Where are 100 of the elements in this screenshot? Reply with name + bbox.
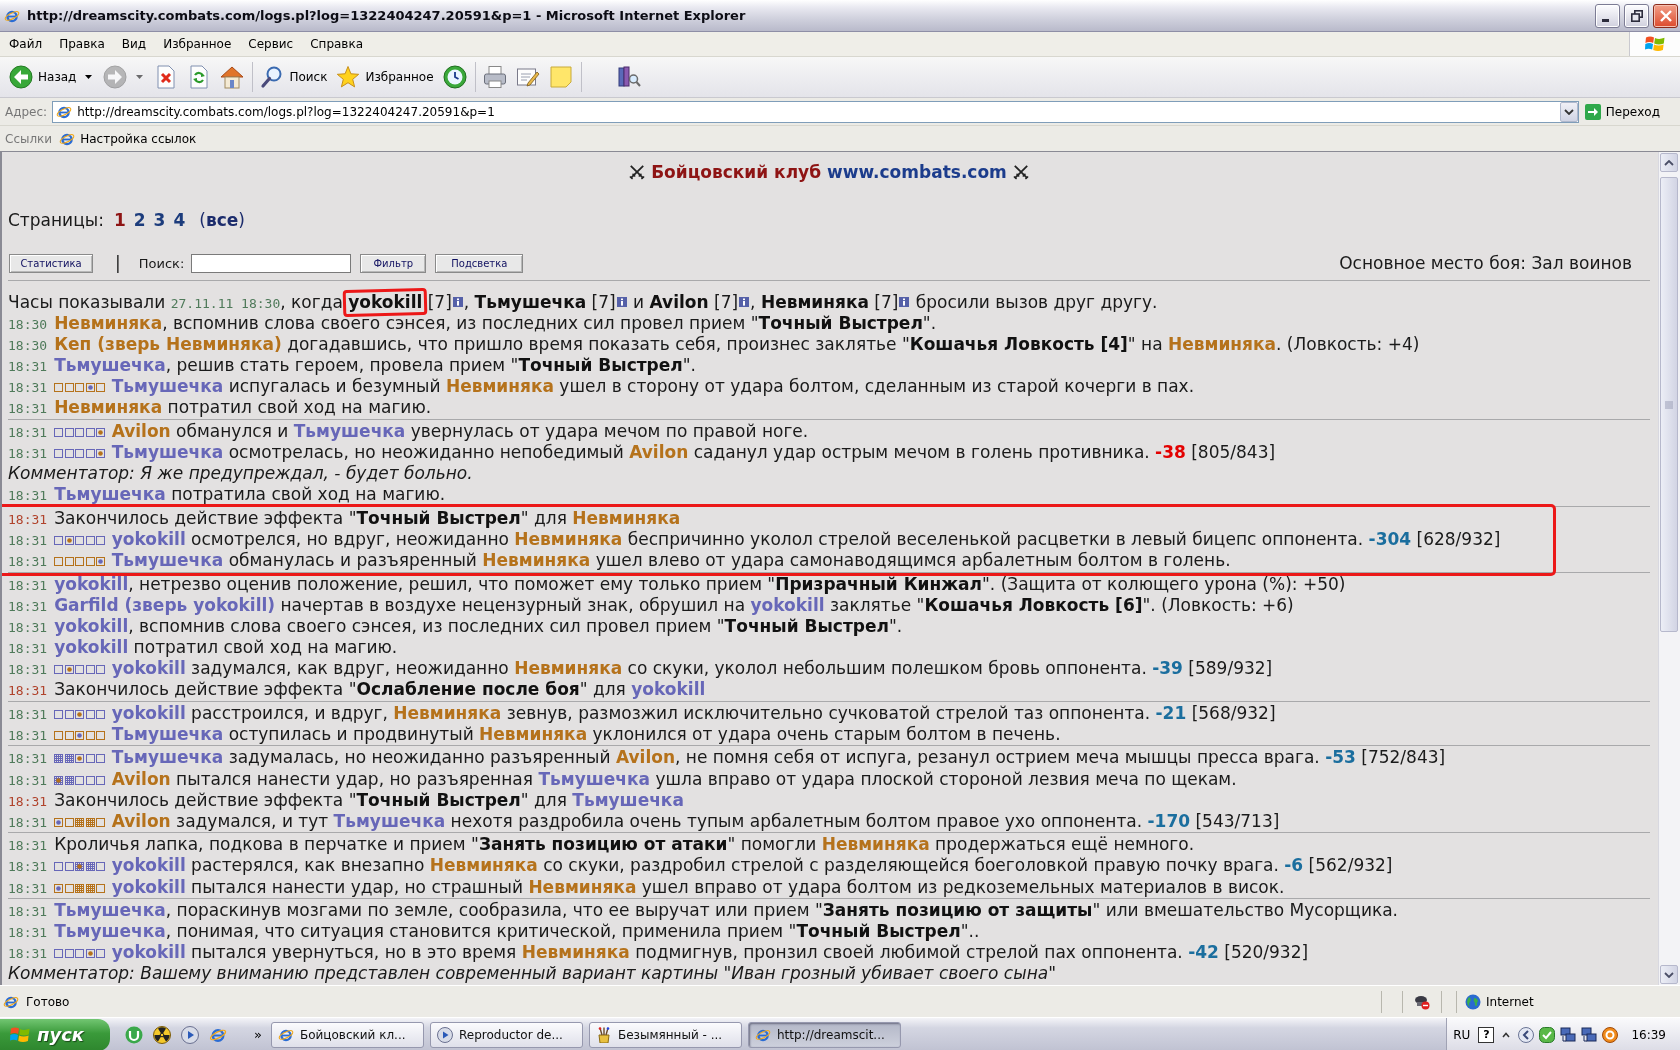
go-button[interactable]: Переход (1578, 99, 1680, 124)
info-icon[interactable] (899, 297, 910, 307)
empty-square-icon (96, 754, 106, 764)
language-indicator[interactable]: RU (1453, 1027, 1471, 1042)
minimize-button[interactable] (1595, 3, 1620, 28)
log-message: Тьмушечка испугалась и безумный Невминяка ушел в сторону от удара болтом, сделанным из старой кочерги в пах. (111, 376, 1195, 397)
link-button[interactable]: Настройка ссылок (59, 130, 197, 147)
log-time: 18:31 (8, 814, 48, 830)
empty-square-icon (96, 665, 106, 675)
scroll-thumb[interactable] (1660, 177, 1678, 632)
info-icon[interactable] (616, 297, 627, 307)
log-message: Невминяка потратил свой ход на магию. (54, 397, 432, 418)
zone-text: Internet (1486, 994, 1534, 1009)
log-message: yokokill пытался нанести удар, но страшный Невминяка ушел вправо от удара болтом из редкоземельных материалов в висок. (111, 876, 1285, 897)
hatched-square-icon (75, 817, 85, 827)
empty-square-icon (85, 428, 95, 438)
info-icon[interactable] (452, 297, 463, 307)
hatched-square-icon (85, 817, 95, 827)
log-message: Тьмушечка, пораскинув мозгами по земле, сообразила, что ее выручат или прием "Занять позицию от защиты" или вмешательство Мусорщика. (54, 900, 1399, 921)
blocked-icon[interactable] (1414, 993, 1430, 1010)
ring-icon[interactable] (1602, 1026, 1619, 1043)
menu-item[interactable]: Справка (301, 32, 372, 56)
location-text: Основное место боя: Зал воинов (1339, 253, 1632, 273)
menu-item[interactable]: Сервис (239, 32, 302, 56)
round-logo-icon[interactable] (125, 1025, 143, 1044)
filter-button[interactable]: Фильтр (360, 253, 427, 273)
empty-square-icon (54, 536, 64, 546)
more-button[interactable]: » (251, 1027, 265, 1042)
dotted-square-icon (54, 817, 64, 827)
play-icon[interactable] (181, 1025, 199, 1044)
log-time: 18:31 (8, 838, 48, 854)
dropdown-button[interactable] (1559, 101, 1578, 122)
menu-item[interactable]: Избранное (154, 32, 240, 56)
restore-icon (1630, 9, 1643, 22)
scroll-up-button[interactable] (1660, 153, 1678, 172)
address-field[interactable]: http://dreamscity.combats.com/logs.pl?log=1322404247.20591&p=1 (52, 100, 1579, 123)
network-icon[interactable] (1560, 1026, 1577, 1043)
page-link[interactable]: 2 (133, 210, 146, 230)
empty-square-icon (96, 775, 106, 785)
taskbar-button[interactable]: Reproductor de... (429, 1021, 583, 1048)
address-label: Адрес: (5, 104, 48, 119)
log-time: 18:31 (8, 446, 48, 462)
back-button[interactable]: Назад (6, 61, 80, 93)
check-icon[interactable] (1539, 1026, 1556, 1043)
caret-icon[interactable] (85, 75, 93, 79)
page-link[interactable]: 3 (153, 210, 166, 230)
hatched-square-icon (85, 883, 95, 893)
empty-square-icon (54, 709, 64, 719)
page-link[interactable]: 4 (173, 210, 186, 230)
search-button[interactable]: Поиск (257, 61, 331, 93)
radiation-icon[interactable] (153, 1025, 171, 1044)
empty-square-icon (64, 383, 74, 393)
log-time: 18:31 (8, 577, 48, 593)
start-button[interactable]: пуск (0, 1018, 110, 1050)
log-message: и Avilon [7] (632, 292, 739, 312)
log-time: 18:31 (8, 925, 48, 941)
grip-icon (1665, 400, 1673, 409)
empty-square-icon (54, 557, 64, 567)
info-icon[interactable] (739, 297, 750, 307)
restore-button[interactable] (1624, 3, 1649, 28)
log-message: Тьмушечка оступилась и продвинутый Невминяка уклонился от удара очень старым болтом в печень. (111, 723, 1061, 744)
log-message: Avilon обманулся и Тьмушечка увернулась от удара мечом по правой ноге. (111, 421, 809, 442)
play-icon (436, 1026, 453, 1043)
log-message: Тьмушечка, решив стать героем, провела прием "Точный Выстрел". (54, 355, 696, 376)
favorites-button[interactable]: Избранное (333, 61, 437, 93)
dotted-square-icon (75, 730, 85, 740)
log-time: 18:30 (8, 338, 48, 354)
scroll-down-button[interactable] (1660, 965, 1678, 984)
page-link[interactable]: 1 (113, 210, 126, 230)
empty-square-icon (64, 709, 74, 719)
menu-item[interactable]: Файл (0, 32, 51, 56)
statistics-button[interactable]: Статистика (9, 253, 93, 273)
empty-square-icon (96, 883, 106, 893)
log-time: 18:31 (8, 904, 48, 920)
all-pages-link[interactable]: (все) (199, 210, 245, 230)
log-time: 18:31 (8, 511, 48, 527)
chevron-down-icon (1563, 108, 1574, 115)
scrollbar[interactable] (1658, 152, 1680, 985)
chevron-up-icon[interactable] (1502, 1031, 1511, 1038)
back-chevron-icon[interactable] (1518, 1026, 1535, 1043)
site-link[interactable]: www.combats.com (827, 162, 1007, 182)
help-button[interactable]: ? (1478, 1026, 1495, 1043)
taskbar-button[interactable]: http://dreamscit... (747, 1021, 901, 1048)
log-message: [7] (426, 292, 452, 312)
taskbar-button[interactable]: Бойцовский кл... (270, 1021, 424, 1048)
hatched-square-icon (75, 883, 85, 893)
globe-icon (1465, 993, 1481, 1010)
empty-square-icon (85, 775, 95, 785)
menu-item[interactable]: Правка (50, 32, 113, 56)
close-button[interactable] (1653, 3, 1678, 28)
empty-square-icon (54, 949, 64, 959)
empty-square-icon (75, 383, 85, 393)
network-icon[interactable] (1581, 1026, 1598, 1043)
taskbar-button[interactable]: Безымянный - ... (588, 1021, 742, 1048)
menu-item[interactable]: Вид (112, 32, 155, 56)
search-field[interactable] (191, 253, 352, 273)
player-name: yokokill (348, 292, 423, 312)
log-message: yokokill, вспомнив слова своего сэнсея, из последних сил провел прием "Точный Выстрел". (54, 615, 903, 636)
log-message: Кроличья лапка, подкова в перчатке и прием "Занять позицию от атаки" помогли Невминяка продержаться ещё немного. (54, 834, 1195, 855)
highlight-button[interactable]: Подсветка (435, 253, 524, 273)
